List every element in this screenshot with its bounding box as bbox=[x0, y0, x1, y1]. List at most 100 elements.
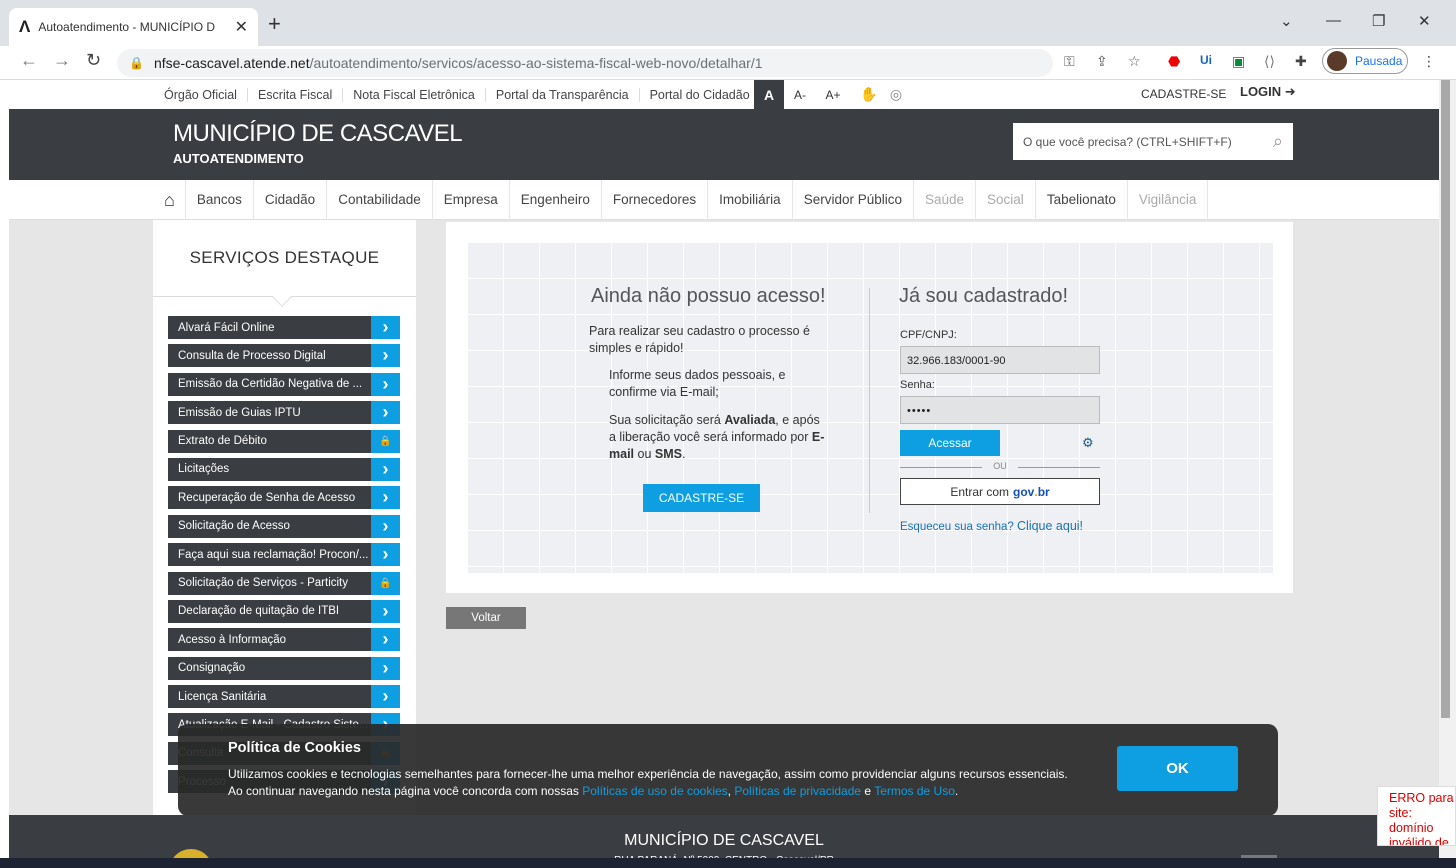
back-button[interactable]: Voltar bbox=[446, 607, 526, 629]
search-input[interactable]: O que você precisa? (CTRL+SHIFT+F) ⌕ bbox=[1013, 123, 1293, 160]
lock-icon[interactable]: 🔒 bbox=[371, 429, 400, 453]
forgot-password-text: Esqueceu sua senha? bbox=[900, 521, 1018, 533]
cookie-policy-link[interactable]: Políticas de uso de cookies bbox=[582, 784, 727, 798]
menu-item-tabelionato[interactable]: Tabelionato bbox=[1036, 180, 1128, 220]
chevron-right-icon[interactable]: › bbox=[371, 401, 400, 425]
chevron-right-icon[interactable]: › bbox=[371, 457, 400, 481]
topbar-link[interactable]: Portal do Cidadão bbox=[640, 88, 760, 102]
restore-icon[interactable]: ❐ bbox=[1372, 12, 1385, 30]
cpf-input[interactable]: 32.966.183/0001-90 bbox=[900, 346, 1100, 374]
site-subtitle: AUTOATENDIMENTO bbox=[173, 151, 304, 166]
sidebar-service-item[interactable]: Faça aqui sua reclamação! Procon/... › bbox=[168, 543, 400, 567]
terms-of-use-link[interactable]: Termos de Uso bbox=[874, 784, 955, 798]
menu-item-servidor-publico[interactable]: Servidor Público bbox=[793, 180, 914, 220]
extensions-puzzle-icon[interactable]: ✚ bbox=[1295, 53, 1307, 70]
menu-item-imobiliaria[interactable]: Imobiliária bbox=[708, 180, 793, 220]
menu-item-contabilidade[interactable]: Contabilidade bbox=[327, 180, 433, 220]
chevron-right-icon[interactable]: › bbox=[371, 344, 400, 368]
lock-icon[interactable]: 🔒 bbox=[371, 571, 400, 595]
sidebar-service-item[interactable]: Licença Sanitária › bbox=[168, 685, 400, 709]
access-panel: Ainda não possuo acesso! Para realizar s… bbox=[467, 242, 1273, 573]
tab-search-icon[interactable]: ⌄ bbox=[1280, 12, 1293, 30]
sidebar-service-item[interactable]: Extrato de Débito 🔒 bbox=[168, 429, 400, 453]
accessibility-icon[interactable]: ◎ bbox=[886, 80, 906, 109]
share-icon[interactable]: ⇪ bbox=[1096, 53, 1108, 70]
ui-extension-icon[interactable]: Ui bbox=[1200, 53, 1212, 67]
sidebar-service-item[interactable]: Emissão de Guias IPTU › bbox=[168, 401, 400, 425]
close-window-icon[interactable]: ✕ bbox=[1418, 12, 1431, 30]
forward-icon[interactable]: → bbox=[53, 50, 71, 71]
font-increase-button[interactable]: A+ bbox=[822, 80, 844, 109]
topbar-link[interactable]: Nota Fiscal Eletrônica bbox=[343, 87, 486, 102]
page-viewport: Órgão Oficial Escrita Fiscal Nota Fiscal… bbox=[9, 80, 1439, 868]
scrollbar-thumb[interactable] bbox=[1441, 80, 1450, 718]
font-decrease-button[interactable]: A- bbox=[789, 80, 811, 109]
menu-item-empresa[interactable]: Empresa bbox=[433, 180, 510, 220]
topbar-login-link[interactable]: LOGIN ➜ bbox=[1240, 84, 1296, 100]
chevron-right-icon[interactable]: › bbox=[371, 316, 400, 339]
chevron-right-icon[interactable]: › bbox=[371, 656, 400, 680]
sidebar-service-item[interactable]: Declaração de quitação de ITBI › bbox=[168, 599, 400, 623]
chevron-right-icon[interactable]: › bbox=[371, 685, 400, 709]
sidebar-service-item[interactable]: Solicitação de Acesso › bbox=[168, 514, 400, 538]
font-normal-button[interactable]: A bbox=[754, 80, 784, 109]
sidebar-service-item[interactable]: Emissão da Certidão Negativa de ... › bbox=[168, 372, 400, 396]
menu-item-social[interactable]: Social bbox=[976, 180, 1036, 220]
menu-item-engenheiro[interactable]: Engenheiro bbox=[510, 180, 602, 220]
password-input[interactable]: ••••• bbox=[900, 396, 1100, 424]
code-extension-icon[interactable]: ⟨⟩ bbox=[1264, 53, 1275, 70]
close-tab-icon[interactable]: ✕ bbox=[235, 17, 248, 37]
site-header: MUNICÍPIO DE CASCAVEL AUTOATENDIMENTO O … bbox=[9, 109, 1439, 180]
login-options-gear-icon[interactable]: ⚙ bbox=[1082, 435, 1094, 451]
url-bar[interactable]: 🔒 nfse-cascavel.atende.net/autoatendimen… bbox=[117, 49, 1053, 77]
adblock-extension-icon[interactable]: ⬣ bbox=[1168, 53, 1180, 70]
topbar-link[interactable]: Portal da Transparência bbox=[486, 87, 640, 102]
minimize-icon[interactable]: — bbox=[1326, 12, 1341, 29]
login-button[interactable]: Acessar bbox=[900, 430, 1000, 456]
menu-item-fornecedores[interactable]: Fornecedores bbox=[602, 180, 709, 220]
cookie-ok-button[interactable]: OK bbox=[1117, 746, 1238, 791]
gov-br-login-button[interactable]: Entrar com gov. br bbox=[900, 478, 1100, 505]
sidebar-service-label: Licença Sanitária bbox=[178, 690, 267, 703]
sidebar-service-item[interactable]: Licitações › bbox=[168, 457, 400, 481]
bookmark-star-icon[interactable]: ☆ bbox=[1128, 53, 1141, 70]
chevron-right-icon[interactable]: › bbox=[371, 628, 400, 652]
topbar-link[interactable]: Escrita Fiscal bbox=[248, 87, 344, 102]
chevron-right-icon[interactable]: › bbox=[371, 514, 400, 538]
sidebar-service-item[interactable]: Consignação › bbox=[168, 656, 400, 680]
sign-language-icon[interactable]: ✋ bbox=[859, 80, 879, 109]
menu-item-vigilancia[interactable]: Vigilância bbox=[1128, 180, 1209, 220]
reload-icon[interactable]: ↻ bbox=[86, 50, 101, 71]
privacy-policy-link[interactable]: Políticas de privacidade bbox=[734, 784, 861, 798]
register-button[interactable]: CADASTRE-SE bbox=[643, 484, 760, 512]
home-icon[interactable]: ⌂ bbox=[154, 180, 186, 220]
main-menu: ⌂ Bancos Cidadão Contabilidade Empresa E… bbox=[9, 180, 1439, 220]
menu-item-saude[interactable]: Saúde bbox=[914, 180, 977, 220]
profile-button[interactable]: Pausada bbox=[1322, 48, 1408, 74]
sidebar-service-item[interactable]: Consulta de Processo Digital › bbox=[168, 344, 400, 368]
chevron-right-icon[interactable]: › bbox=[371, 543, 400, 567]
browser-tab[interactable]: Λ Autoatendimento - MUNICÍPIO D ✕ bbox=[9, 8, 258, 46]
topbar-cadastre-link[interactable]: CADASTRE-SE bbox=[1141, 87, 1226, 101]
step2-bold-avaliada: Avaliada bbox=[724, 413, 776, 427]
chevron-right-icon[interactable]: › bbox=[371, 486, 400, 510]
chevron-right-icon[interactable]: › bbox=[371, 372, 400, 396]
forgot-password-link[interactable]: Clique aqui! bbox=[1017, 519, 1083, 533]
key-icon[interactable]: ⚿ bbox=[1064, 53, 1075, 70]
new-tab-icon[interactable]: + bbox=[268, 11, 281, 37]
chevron-right-icon[interactable]: › bbox=[371, 599, 400, 623]
topbar-link[interactable]: Órgão Oficial bbox=[154, 87, 248, 102]
back-icon[interactable]: ← bbox=[20, 50, 38, 71]
sidebar-service-item[interactable]: Recuperação de Senha de Acesso › bbox=[168, 486, 400, 510]
menu-item-cidadao[interactable]: Cidadão bbox=[254, 180, 328, 220]
sidebar-service-item[interactable]: Acesso à Informação › bbox=[168, 628, 400, 652]
site-title[interactable]: MUNICÍPIO DE CASCAVEL bbox=[173, 120, 463, 148]
tab-title: Autoatendimento - MUNICÍPIO D bbox=[38, 20, 216, 34]
sidebar-service-item[interactable]: Solicitação de Serviços - Particity 🔒 bbox=[168, 571, 400, 595]
browser-menu-icon[interactable]: ⋮ bbox=[1422, 53, 1436, 70]
page-scrollbar[interactable] bbox=[1439, 80, 1456, 868]
search-icon[interactable]: ⌕ bbox=[1273, 131, 1283, 152]
green-extension-icon[interactable]: ▣ bbox=[1232, 53, 1245, 70]
sidebar-service-item[interactable]: Alvará Fácil Online › bbox=[168, 316, 400, 339]
menu-item-bancos[interactable]: Bancos bbox=[186, 180, 254, 220]
